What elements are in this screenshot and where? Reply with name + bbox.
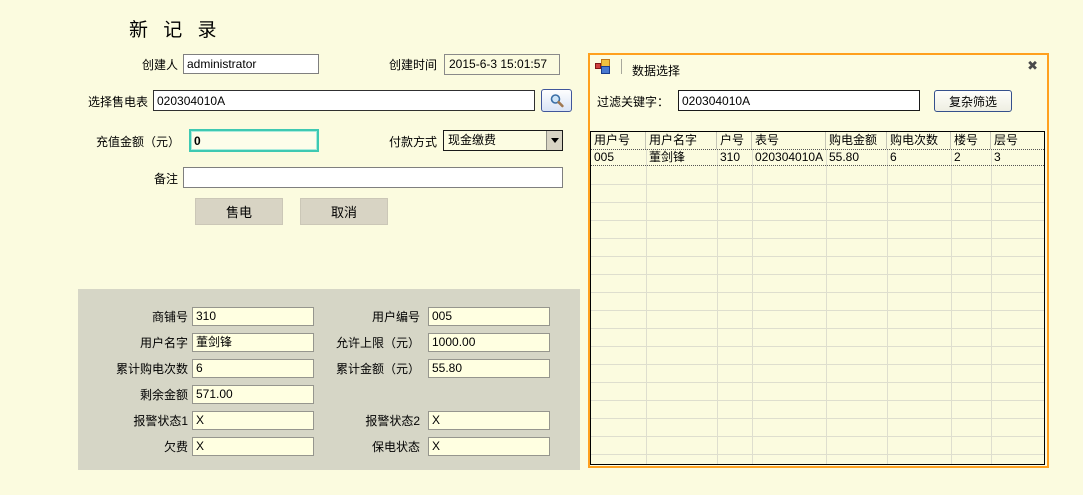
col-header-user-no[interactable]: 用户号	[591, 132, 646, 149]
power-guarantee-value: X	[428, 437, 550, 456]
chevron-down-icon	[550, 138, 559, 143]
close-icon[interactable]: ✖	[1027, 59, 1038, 73]
remaining-amount-value: 571.00	[192, 385, 314, 404]
complex-filter-button[interactable]: 复杂筛选	[934, 90, 1012, 112]
allow-limit-value: 1000.00	[428, 333, 550, 352]
cell-purchase-count: 6	[890, 150, 897, 164]
grid-column-line	[826, 149, 827, 464]
col-header-floor-no[interactable]: 层号	[991, 132, 1044, 149]
new-record-page: { "colors": { "page_bg": "#FBFBDF", "pan…	[0, 0, 1083, 495]
meter-data-grid: 用户号 用户名字 户号 表号 购电金额 购电次数 楼号 层号 005 董剑锋 3…	[590, 131, 1045, 465]
sell-button[interactable]: 售电	[195, 198, 283, 225]
cell-user-no: 005	[594, 150, 615, 164]
grid-column-line	[717, 149, 718, 464]
header-divider	[621, 59, 622, 74]
created-time-label: 创建时间	[388, 58, 437, 72]
col-header-purchase-count[interactable]: 购电次数	[887, 132, 951, 149]
remark-label: 备注	[153, 172, 178, 186]
cell-meter-no: 020304010A	[755, 150, 824, 164]
creator-label: 创建人	[141, 58, 178, 72]
arrears-label: 欠费	[163, 440, 188, 454]
remaining-amount-label: 剩余金额	[139, 388, 188, 402]
amount-label: 充值金额（元）	[95, 135, 180, 149]
page-title: 新 记 录	[129, 20, 222, 41]
cancel-button[interactable]: 取消	[300, 198, 388, 225]
cell-purchase-amount: 55.80	[829, 150, 860, 164]
amount-input[interactable]	[189, 129, 319, 152]
purchase-count-label: 累计购电次数	[115, 362, 188, 376]
allow-limit-label: 允许上限（元）	[335, 336, 420, 350]
table-row[interactable]: 005 董剑锋 310 020304010A 55.80 6 2 3	[591, 149, 1044, 166]
grid-column-line	[951, 149, 952, 464]
remark-input[interactable]	[183, 167, 563, 188]
search-meter-button[interactable]	[541, 89, 572, 112]
total-amount-label: 累计金额（元）	[335, 362, 420, 376]
grid-column-line	[991, 149, 992, 464]
col-header-user-name[interactable]: 用户名字	[646, 132, 717, 149]
power-guarantee-label: 保电状态	[371, 440, 420, 454]
grid-column-line	[752, 149, 753, 464]
created-time-value: 2015-6-3 15:01:57	[444, 54, 560, 75]
alarm-status1-label: 报警状态1	[133, 414, 188, 428]
col-header-purchase-amount[interactable]: 购电金额	[826, 132, 887, 149]
meter-input[interactable]	[153, 90, 535, 111]
user-name-label: 用户名字	[139, 336, 188, 350]
filter-keyword-input[interactable]	[678, 90, 920, 111]
filter-keyword-label: 过滤关键字：	[597, 95, 670, 109]
form-icon	[595, 59, 611, 74]
grid-column-line	[887, 149, 888, 464]
cell-user-name: 董剑锋	[649, 150, 686, 164]
grid-empty-rows	[591, 167, 1044, 464]
user-id-value: 005	[428, 307, 550, 326]
cell-floor-no: 3	[994, 150, 1001, 164]
payment-select[interactable]: 现金缴费	[443, 130, 563, 151]
user-id-label: 用户编号	[371, 310, 420, 324]
grid-column-line	[646, 149, 647, 464]
alarm-status2-value: X	[428, 411, 550, 430]
total-amount-value: 55.80	[428, 359, 550, 378]
cell-account-no: 310	[720, 150, 741, 164]
cell-building-no: 2	[954, 150, 961, 164]
account-detail-panel: 商铺号 310 用户编号 005 用户名字 董剑锋 允许上限（元） 1000.0…	[78, 289, 580, 470]
creator-input[interactable]	[183, 54, 319, 74]
alarm-status2-label: 报警状态2	[365, 414, 420, 428]
magnifier-icon	[549, 93, 565, 109]
dialog-title: 数据选择	[632, 64, 681, 78]
payment-label: 付款方式	[388, 135, 437, 149]
shop-number-label: 商铺号	[151, 310, 188, 324]
grid-header-row: 用户号 用户名字 户号 表号 购电金额 购电次数 楼号 层号	[591, 132, 1044, 149]
payment-dropdown-button[interactable]	[546, 131, 562, 150]
meter-label: 选择售电表	[87, 95, 148, 109]
col-header-account-no[interactable]: 户号	[717, 132, 752, 149]
data-select-dialog: 数据选择 ✖ 过滤关键字： 复杂筛选 用户号 用户名字 户号 表号 购电金额 购…	[588, 53, 1049, 468]
payment-selected-value: 现金缴费	[448, 133, 497, 147]
col-header-building-no[interactable]: 楼号	[951, 132, 991, 149]
col-header-meter-no[interactable]: 表号	[752, 132, 826, 149]
